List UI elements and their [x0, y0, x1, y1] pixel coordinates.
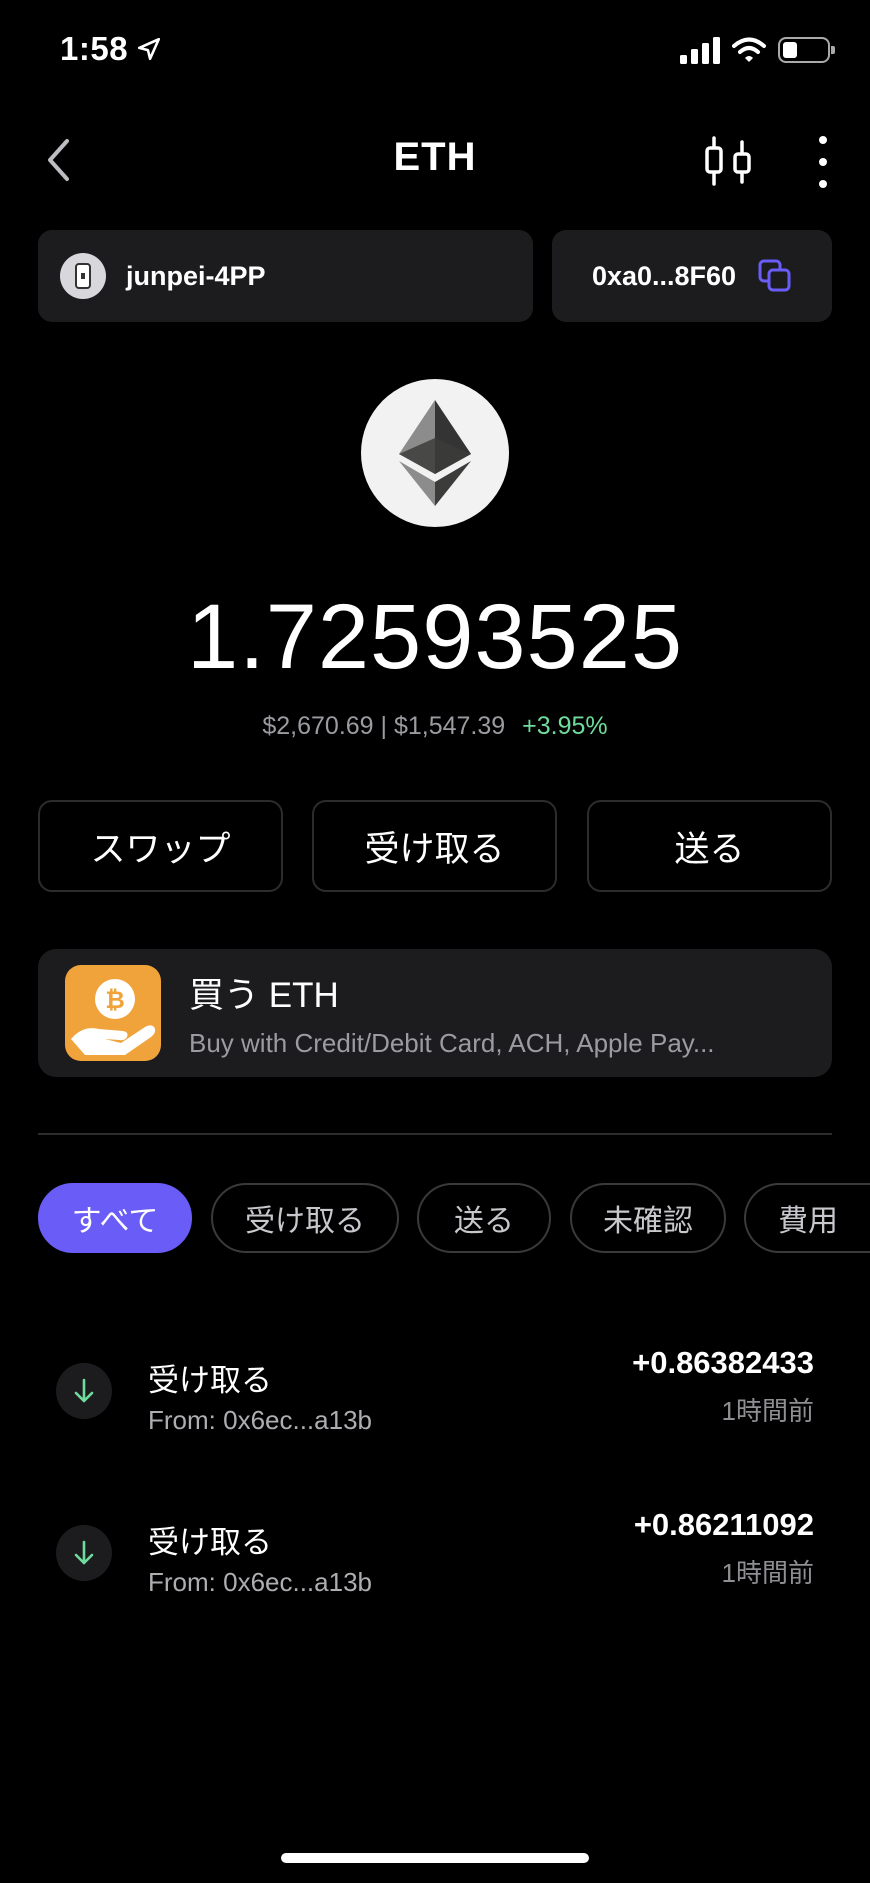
status-time: 1:58 [60, 30, 162, 68]
wallet-address: 0xa0...8F60 [591, 260, 737, 291]
wifi-icon [732, 37, 766, 62]
dot [819, 136, 827, 144]
status-indicators [680, 36, 835, 64]
price-change: +3.95% [522, 712, 608, 740]
status-time-text: 1:58 [60, 30, 129, 67]
buy-eth-card[interactable]: ₿ 買う ETH Buy with Credit/Debit Card, ACH… [38, 949, 832, 1077]
buy-card-text: 買う ETH Buy with Credit/Debit Card, ACH, … [189, 967, 715, 1059]
wallet-avatar [60, 253, 106, 299]
fiat-value: $2,670.69 | $1,547.39 [262, 712, 506, 740]
more-options-button[interactable] [808, 136, 838, 188]
divider [38, 1133, 832, 1135]
ethereum-logo-icon [361, 379, 509, 527]
home-indicator[interactable] [281, 1853, 589, 1863]
receive-arrow-icon [56, 1525, 112, 1581]
transaction-type: 受け取る [148, 1363, 272, 1398]
transaction-from: From: 0x6ec...a13b [148, 1405, 372, 1435]
send-button[interactable]: 送る [587, 800, 832, 892]
transaction-from: From: 0x6ec...a13b [148, 1567, 372, 1597]
transaction-time: 1時間前 [721, 1396, 814, 1426]
dot [819, 180, 827, 188]
filter-receive[interactable]: 受け取る [211, 1183, 399, 1253]
candlestick-chart-icon [705, 136, 751, 186]
battery-icon [778, 37, 835, 63]
chart-button[interactable] [700, 136, 756, 186]
phone-icon [75, 263, 91, 289]
buy-crypto-icon: ₿ [65, 965, 161, 1061]
filter-send[interactable]: 送る [417, 1183, 551, 1253]
token-balance: 1.72593525 [186, 586, 684, 688]
receive-button[interactable]: 受け取る [312, 800, 557, 892]
filter-all[interactable]: すべて [38, 1183, 192, 1253]
copy-icon [758, 259, 791, 292]
wallet-selector[interactable]: junpei-4PP [38, 230, 533, 322]
swap-button[interactable]: スワップ [38, 800, 283, 892]
cellular-signal-icon [680, 36, 720, 64]
transaction-amount: +0.86211092 [633, 1507, 814, 1542]
receive-arrow-icon [56, 1363, 112, 1419]
buy-card-title: 買う ETH [189, 976, 339, 1015]
dot [819, 158, 827, 166]
fiat-value-line: $2,670.69 | $1,547.39 +3.95% [0, 712, 870, 741]
svg-text:₿: ₿ [105, 986, 125, 1014]
transaction-type: 受け取る [148, 1525, 272, 1560]
filter-fees[interactable]: 費用 [744, 1183, 870, 1253]
transaction-row[interactable]: 受け取る From: 0x6ec...a13b +0.86382433 1時間前 [56, 1345, 814, 1455]
filter-unconfirmed[interactable]: 未確認 [570, 1183, 726, 1253]
wallet-name: junpei-4PP [126, 260, 266, 291]
buy-card-subtitle: Buy with Credit/Debit Card, ACH, Apple P… [189, 1028, 715, 1058]
location-arrow-icon [138, 37, 161, 61]
transaction-time: 1時間前 [721, 1558, 814, 1588]
transaction-amount: +0.86382433 [632, 1345, 814, 1380]
transaction-row[interactable]: 受け取る From: 0x6ec...a13b +0.86211092 1時間前 [56, 1507, 814, 1617]
ethereum-diamond-icon [399, 400, 471, 506]
address-copy-button[interactable]: 0xa0...8F60 [552, 230, 832, 322]
